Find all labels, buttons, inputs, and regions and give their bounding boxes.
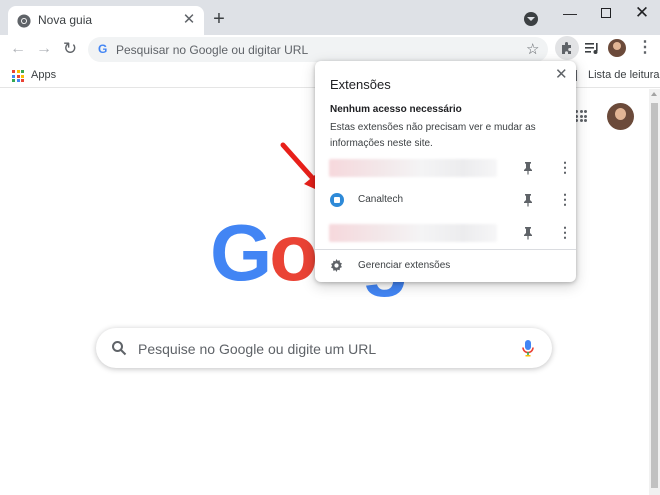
gear-icon	[331, 259, 342, 272]
reading-list-icon[interactable]	[584, 40, 600, 56]
tab-title: Nova guia	[38, 13, 93, 27]
omnibox[interactable]: G Pesquisar no Google ou digitar URL ☆	[88, 37, 548, 62]
account-avatar[interactable]	[607, 103, 634, 130]
blurred-extension-name	[329, 159, 497, 177]
extensions-popup: Extensões ✕ Nenhum acesso necessário Est…	[315, 61, 576, 282]
apps-grid-dot	[16, 70, 20, 73]
minimize-button[interactable]: —	[552, 0, 588, 30]
omnibox-placeholder: Pesquisar no Google ou digitar URL	[116, 43, 309, 57]
back-button[interactable]: ←	[7, 38, 29, 60]
close-icon[interactable]: ✕	[555, 67, 568, 82]
apps-grid-dot	[21, 70, 24, 73]
apps-grid-dot	[21, 79, 24, 82]
profile-avatar[interactable]	[608, 39, 626, 57]
close-tab-icon[interactable]: ✕	[180, 11, 198, 29]
extension-row[interactable]: ⋮	[315, 152, 576, 184]
forward-button[interactable]: →	[33, 38, 55, 60]
ntp-search-placeholder: Pesquise no Google ou digite um URL	[138, 341, 377, 357]
toolbar: ← → ↻ G Pesquisar no Google ou digitar U…	[0, 35, 660, 64]
pin-icon[interactable]	[522, 161, 534, 175]
tab-search-icon[interactable]	[524, 12, 538, 26]
google-g-icon: G	[98, 42, 108, 56]
tab-strip: Nova guia ✕ + — ✕	[0, 0, 660, 35]
reading-list-bar-icon	[575, 70, 583, 81]
apps-grid-dot	[21, 74, 24, 78]
search-icon	[112, 341, 127, 356]
new-tab-button[interactable]: +	[208, 8, 230, 30]
maximize-icon	[601, 8, 611, 18]
scroll-up-arrow-icon[interactable]	[651, 92, 657, 96]
logo-letter: o	[269, 208, 318, 297]
section-title: Nenhum acesso necessário	[330, 104, 462, 115]
mic-icon[interactable]	[522, 339, 534, 357]
extension-row[interactable]: ⋮	[315, 217, 576, 249]
maximize-button[interactable]	[588, 0, 624, 30]
more-options-icon[interactable]: ⋮	[558, 159, 572, 175]
apps-grid-dot	[12, 70, 15, 73]
more-options-icon[interactable]: ⋮	[558, 191, 572, 207]
chrome-icon	[17, 14, 31, 28]
apps-grid-dot	[16, 79, 20, 82]
reload-button[interactable]: ↻	[59, 38, 81, 60]
section-description: Estas extensões não precisam ver e mudar…	[330, 122, 536, 149]
logo-letter: G	[210, 208, 272, 297]
apps-grid-dot	[12, 79, 15, 82]
pin-icon[interactable]	[522, 193, 534, 207]
apps-grid-dot	[16, 74, 20, 78]
popup-title: Extensões	[330, 77, 391, 92]
page-scrollbar[interactable]	[649, 89, 660, 495]
scrollbar-thumb[interactable]	[651, 103, 658, 488]
google-apps-icon[interactable]	[575, 110, 587, 122]
manage-extensions-label: Gerenciar extensões	[358, 260, 451, 271]
manage-extensions-button[interactable]: Gerenciar extensões	[315, 250, 576, 282]
apps-bookmark[interactable]: Apps	[31, 69, 56, 81]
more-options-icon[interactable]: ⋮	[558, 224, 572, 240]
extension-name: Canaltech	[358, 194, 404, 205]
extension-row-canaltech[interactable]: Canaltech ⋮	[315, 184, 576, 216]
pin-icon[interactable]	[522, 226, 534, 240]
canaltech-icon	[330, 193, 344, 207]
extensions-button[interactable]	[555, 36, 579, 60]
reading-list-button[interactable]: Lista de leitura	[588, 69, 660, 81]
blurred-extension-name	[329, 224, 497, 242]
ntp-search-box[interactable]: Pesquise no Google ou digite um URL	[96, 328, 552, 368]
chrome-menu-button[interactable]: ⋮	[637, 39, 653, 59]
apps-grid-icon[interactable]	[12, 70, 24, 82]
tab-nova-guia[interactable]: Nova guia ✕	[8, 6, 204, 35]
puzzle-icon	[562, 42, 571, 54]
bookmark-star-icon[interactable]: ☆	[526, 40, 539, 58]
close-window-button[interactable]: ✕	[624, 0, 660, 30]
apps-grid-dot	[12, 74, 15, 78]
